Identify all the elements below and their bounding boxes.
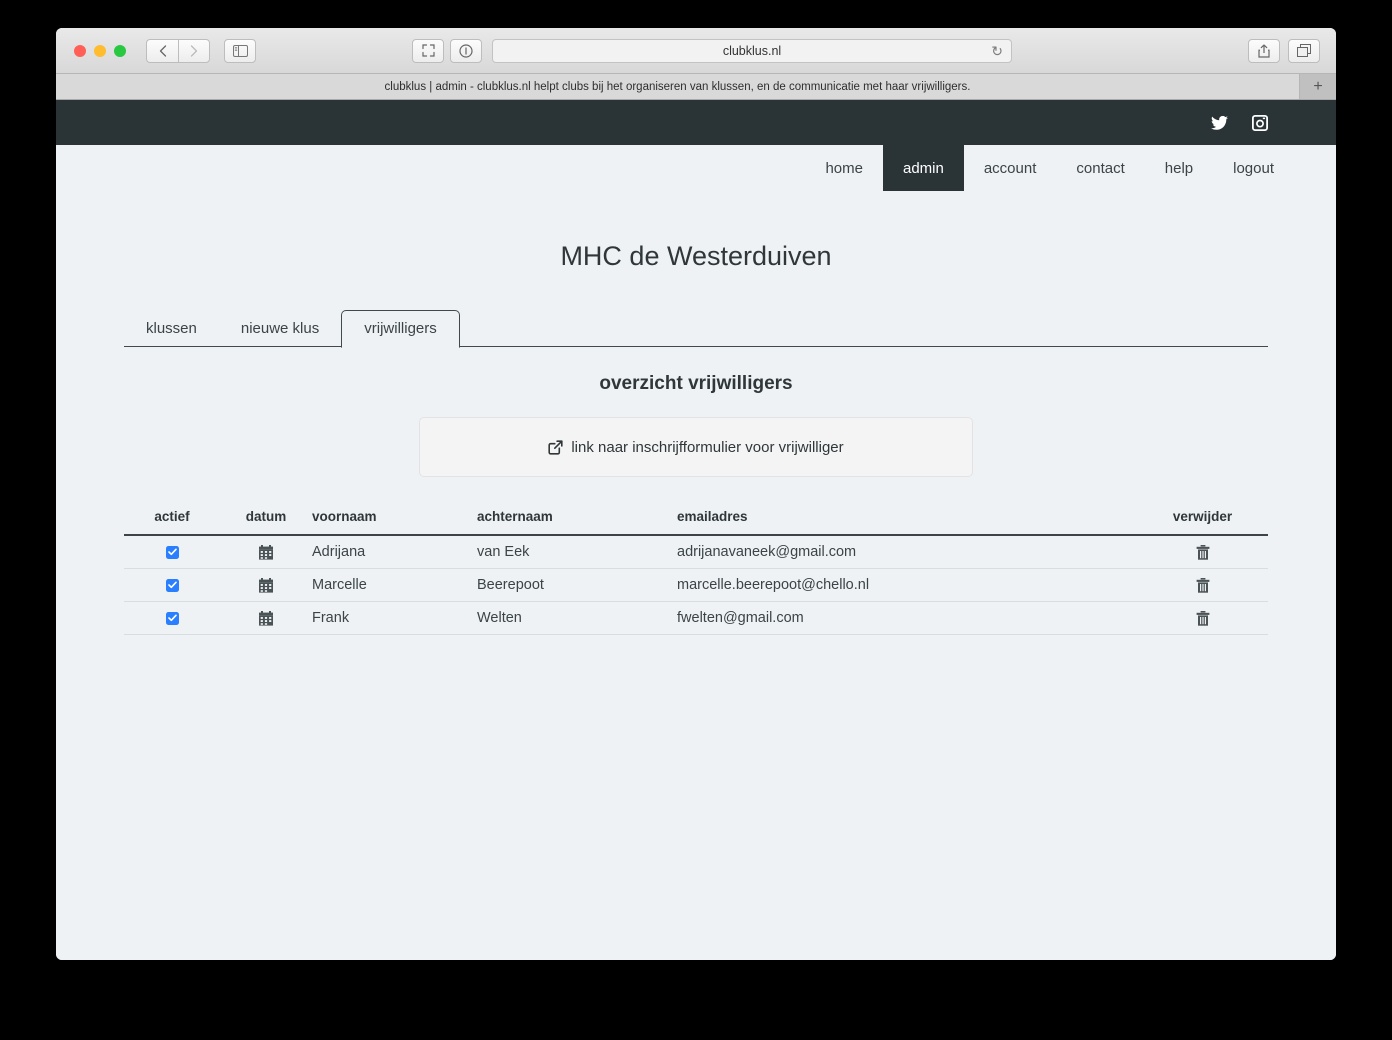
table-header-row: actief datum voornaam achternaam emailad… [124,509,1268,536]
trash-icon[interactable] [1196,544,1210,560]
calendar-icon[interactable] [259,544,273,560]
navigation-buttons [146,38,210,63]
section-title: overzicht vrijwilligers [599,373,793,394]
cell-achternaam: Welten [477,601,677,635]
cell-actief [124,568,220,602]
tab-nieuwe-klus[interactable]: nieuwe klus [219,311,341,347]
volunteers-table: actief datum voornaam achternaam emailad… [124,509,1268,635]
content-container: klussen nieuwe klus vrijwilligers overzi… [124,272,1268,635]
back-button[interactable] [146,38,178,63]
signup-form-link-label: link naar inschrijfformulier voor vrijwi… [571,438,844,456]
fullscreen-button[interactable] [412,38,444,63]
table-body: Adrijana van Eek adrijanavaneek@gmail.co… [124,535,1268,635]
twitter-icon[interactable] [1211,115,1228,130]
header-verwijder: verwijder [1137,509,1268,536]
header-actief: actief [124,509,220,536]
calendar-icon[interactable] [259,610,273,626]
signup-form-link[interactable]: link naar inschrijfformulier voor vrijwi… [419,417,973,477]
window-controls [74,44,126,57]
toolbar-mid-buttons [412,38,482,63]
cell-verwijder [1137,601,1268,635]
check-icon [167,548,177,556]
sidebar-toggle-icon [232,44,248,57]
table-row: Adrijana van Eek adrijanavaneek@gmail.co… [124,535,1268,569]
share-button[interactable] [1248,38,1280,63]
tabs-overview-icon [1297,44,1311,57]
cell-actief [124,535,220,569]
active-checkbox[interactable] [165,611,179,625]
nav-item-home[interactable]: home [805,145,883,191]
main-navigation: home admin account contact help logout [56,145,1336,191]
tab-strip: clubklus | admin - clubklus.nl helpt clu… [56,74,1336,100]
cell-verwijder [1137,568,1268,602]
header-datum: datum [220,509,312,536]
address-bar[interactable]: clubklus.nl ↻ [492,38,1012,63]
table-row: Marcelle Beerepoot marcelle.beerepoot@ch… [124,568,1268,602]
reader-info-button[interactable] [450,38,482,63]
active-checkbox[interactable] [165,578,179,592]
instagram-icon[interactable] [1252,114,1268,131]
forward-button[interactable] [178,38,210,63]
nav-item-help[interactable]: help [1145,145,1213,191]
new-tab-button[interactable]: + [1300,74,1336,99]
trash-icon[interactable] [1196,577,1210,593]
back-chevron-icon [159,44,166,57]
check-icon [167,614,177,622]
browser-tab[interactable]: clubklus | admin - clubklus.nl helpt clu… [56,74,1300,99]
cell-emailadres: adrijanavaneek@gmail.com [677,535,1137,569]
tabs-overview-button[interactable] [1288,38,1320,63]
cell-verwijder [1137,535,1268,569]
nav-item-logout[interactable]: logout [1213,145,1294,191]
calendar-icon[interactable] [259,577,273,593]
header-voornaam: voornaam [312,509,477,536]
external-link-icon [548,439,563,455]
browser-tab-title: clubklus | admin - clubklus.nl helpt clu… [384,80,971,93]
active-checkbox[interactable] [165,545,179,559]
close-window-button[interactable] [74,44,86,57]
browser-window: clubklus.nl ↻ clubklus | admin - clubklu… [56,28,1336,960]
tab-vrijwilligers[interactable]: vrijwilligers [341,310,460,348]
site-topbar [56,100,1336,145]
share-icon [1258,43,1270,58]
info-icon [459,43,473,58]
reload-icon[interactable]: ↻ [991,43,1003,60]
minimize-window-button[interactable] [94,44,106,57]
tab-klussen[interactable]: klussen [124,311,219,347]
address-bar-text: clubklus.nl [722,43,782,58]
cell-voornaam: Adrijana [312,535,477,569]
header-emailadres: emailadres [677,509,1137,536]
cell-voornaam: Frank [312,601,477,635]
fullscreen-icon [421,44,435,57]
header-achternaam: achternaam [477,509,677,536]
sidebar-toggle-button[interactable] [224,38,256,63]
cell-achternaam: Beerepoot [477,568,677,602]
page-title: MHC de Westerduiven [560,241,832,271]
cell-voornaam: Marcelle [312,568,477,602]
nav-item-account[interactable]: account [964,145,1057,191]
cell-datum [220,601,312,635]
content-tabs: klussen nieuwe klus vrijwilligers [124,307,1268,348]
cell-datum [220,535,312,569]
cell-achternaam: van Eek [477,535,677,569]
nav-item-contact[interactable]: contact [1056,145,1144,191]
browser-toolbar: clubklus.nl ↻ [56,28,1336,74]
table-header: actief datum voornaam achternaam emailad… [124,509,1268,536]
cell-emailadres: marcelle.beerepoot@chello.nl [677,568,1137,602]
trash-icon[interactable] [1196,610,1210,626]
check-icon [167,581,177,589]
page-content: home admin account contact help logout M… [56,100,1336,960]
cell-actief [124,601,220,635]
cell-emailadres: fwelten@gmail.com [677,601,1137,635]
cell-datum [220,568,312,602]
table-row: Frank Welten fwelten@gmail.com [124,601,1268,635]
maximize-window-button[interactable] [114,44,126,57]
nav-item-admin[interactable]: admin [882,145,964,191]
forward-chevron-icon [190,44,198,57]
toolbar-right-buttons [1248,38,1320,63]
